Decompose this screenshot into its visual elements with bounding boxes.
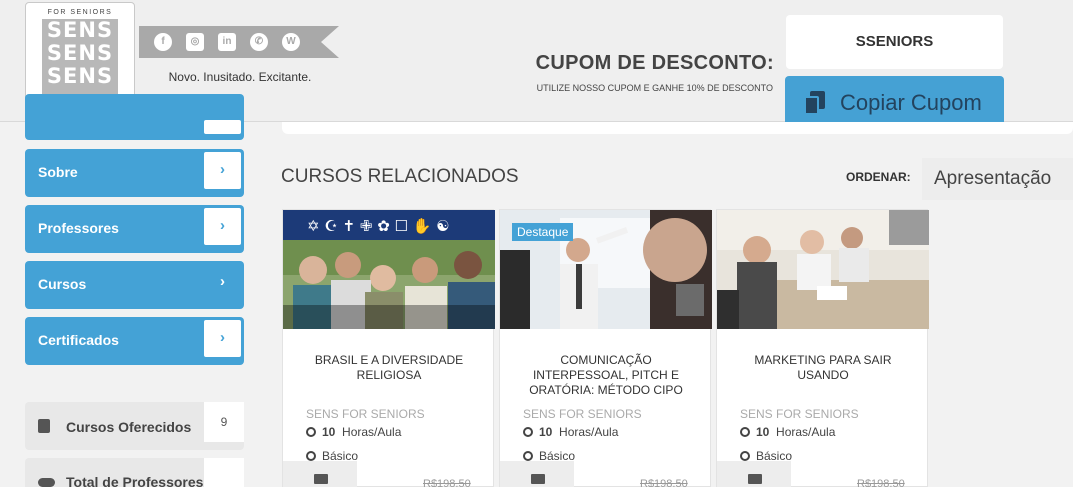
coupon-title: CUPOM DE DESCONTO:: [535, 52, 774, 74]
sidebar-item-certificados[interactable]: Certificados ›: [25, 317, 244, 365]
featured-badge: Destaque: [512, 223, 574, 241]
course-title[interactable]: BRASIL E A DIVERSIDADE RELIGIOSA: [297, 353, 481, 383]
content-card-edge: [282, 122, 1073, 134]
sort-label: ORDENAR:: [846, 170, 911, 184]
course-image[interactable]: ✡ ☪ ✝ ✙ ✿ ☐ ✋ ☯: [283, 210, 495, 329]
chevron-right-icon: ›: [204, 152, 241, 189]
course-card[interactable]: MARKETING PARA SAIR USANDO SENS FOR SENI…: [716, 209, 929, 487]
course-title[interactable]: COMUNICAÇÃO INTERPESSOAL, PITCH E ORATÓR…: [514, 353, 698, 398]
sidebar-item-sobre[interactable]: Sobre ›: [25, 149, 244, 197]
chevron-right-icon: ›: [204, 264, 241, 301]
clock-icon: [740, 427, 750, 437]
course-card[interactable]: Destaque COMUNICAÇÃO INTERPESSOAL, PITCH…: [499, 209, 712, 487]
level-icon: [523, 451, 533, 461]
course-hours: 10 Horas/Aula: [740, 425, 835, 439]
add-to-cart-button[interactable]: [717, 461, 791, 487]
logo-word: SENS: [46, 18, 114, 42]
cart-icon: [748, 474, 762, 484]
logo-mark: SENS SENS SENS: [42, 19, 118, 97]
level-icon: [740, 451, 750, 461]
coupon-code[interactable]: SSENIORS: [786, 15, 1003, 69]
linkedin-icon[interactable]: in: [218, 33, 236, 51]
tagline: Novo. Inusitado. Excitante.: [168, 70, 312, 84]
sidebar-item-label: Certificados: [38, 332, 119, 348]
course-hours: 10 Horas/Aula: [523, 425, 618, 439]
course-hours: 10 Horas/Aula: [306, 425, 401, 439]
add-to-cart-button[interactable]: [283, 461, 357, 487]
sidebar-item-hidden[interactable]: [25, 94, 244, 140]
stat-total-teachers: Total de Professores: [25, 458, 244, 487]
add-to-cart-button[interactable]: [500, 461, 574, 487]
copy-coupon-label: Copiar Cupom: [840, 90, 982, 115]
sidebar-item-label: Sobre: [38, 164, 78, 180]
book-icon: [38, 419, 50, 433]
sort-select[interactable]: Apresentação: [922, 158, 1073, 200]
course-price: R$198,50: [423, 478, 471, 487]
stat-count: [204, 458, 244, 487]
cart-icon: [314, 474, 328, 484]
chevron-right-icon: ›: [204, 208, 241, 245]
copy-icon: [804, 91, 826, 115]
coupon-subtitle: UTILIZE NOSSO CUPOM E GANHE 10% DE DESCO…: [536, 83, 773, 93]
level-icon: [306, 451, 316, 461]
social-ribbon: f ◎ in ✆ W: [139, 26, 339, 58]
course-institution: SENS FOR SENIORS: [740, 407, 859, 421]
chevron-right-icon: [204, 120, 241, 134]
sidebar-item-cursos[interactable]: Cursos ›: [25, 261, 244, 309]
chevron-right-icon: ›: [204, 320, 241, 357]
stat-label: Cursos Oferecidos: [66, 419, 192, 435]
facebook-icon[interactable]: f: [154, 33, 172, 51]
clock-icon: [306, 427, 316, 437]
section-title: CURSOS RELACIONADOS: [281, 166, 519, 187]
wordpress-icon[interactable]: W: [282, 33, 300, 51]
course-title[interactable]: MARKETING PARA SAIR USANDO: [731, 353, 915, 383]
svg-text:✡ ☪ ✝ ✙ ✿ ☐ ✋ ☯: ✡ ☪ ✝ ✙ ✿ ☐ ✋ ☯: [307, 217, 450, 235]
course-card[interactable]: ✡ ☪ ✝ ✙ ✿ ☐ ✋ ☯ BRASIL E A DIVERSIDADE R…: [282, 209, 495, 487]
course-price: R$198,50: [640, 478, 688, 487]
users-icon: [38, 478, 55, 487]
sidebar-item-label: Cursos: [38, 276, 87, 292]
course-image[interactable]: [717, 210, 929, 329]
whatsapp-icon[interactable]: ✆: [250, 33, 268, 51]
cart-icon: [531, 474, 545, 484]
course-institution: SENS FOR SENIORS: [523, 407, 642, 421]
course-institution: SENS FOR SENIORS: [306, 407, 425, 421]
sidebar-item-label: Professores: [38, 220, 119, 236]
course-image[interactable]: Destaque: [500, 210, 712, 329]
logo-word: SENS: [46, 64, 114, 88]
instagram-icon[interactable]: ◎: [186, 33, 204, 51]
stat-count: 9: [204, 402, 244, 442]
clock-icon: [523, 427, 533, 437]
logo-top-text: FOR SENIORS: [47, 9, 113, 16]
course-price: R$198,50: [857, 478, 905, 487]
logo-word: SENS: [46, 41, 114, 65]
stat-courses-offered: Cursos Oferecidos 9: [25, 402, 244, 450]
stat-label: Total de Professores: [66, 474, 204, 487]
sidebar-item-professores[interactable]: Professores ›: [25, 205, 244, 253]
